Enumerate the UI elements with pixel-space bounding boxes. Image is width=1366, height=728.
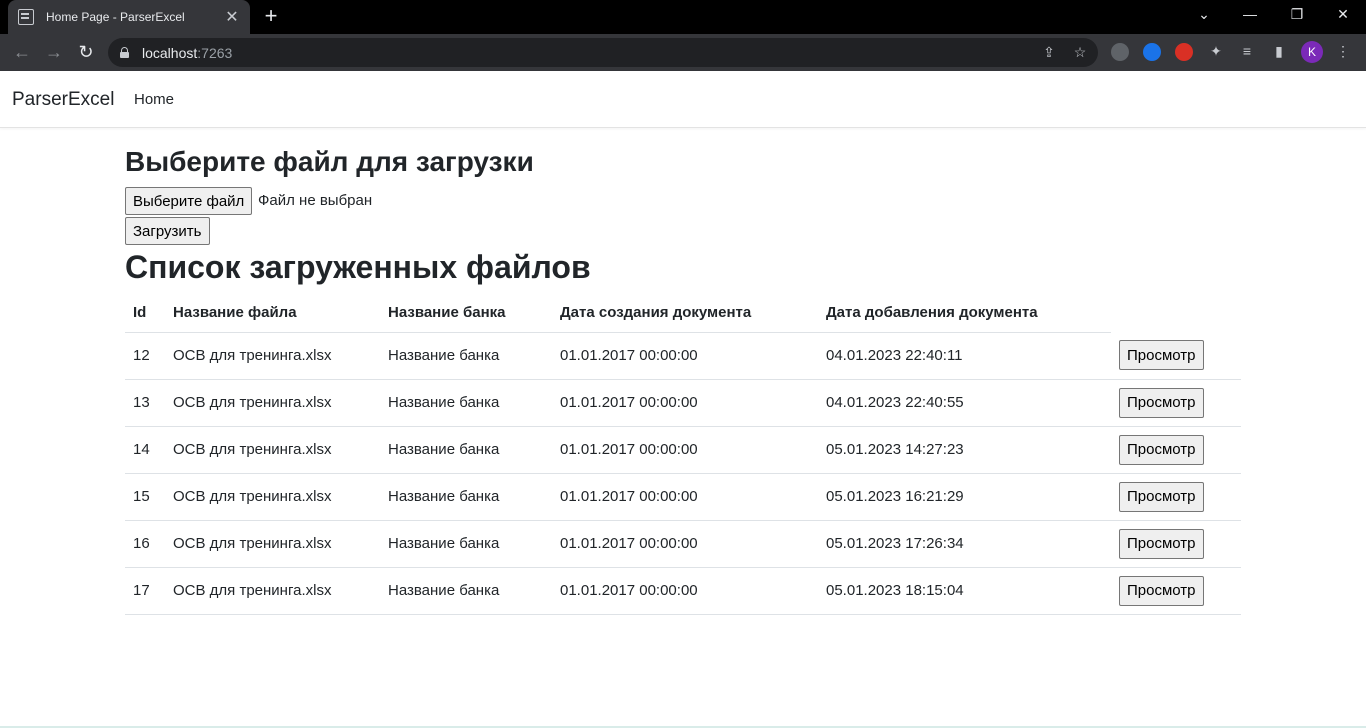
browser-tab[interactable]: Home Page - ParserExcel ✕ [8, 0, 250, 34]
media-queue-icon[interactable]: ≡ [1238, 43, 1256, 59]
cell-added-date: 05.01.2023 14:27:23 [818, 426, 1111, 474]
cell-id: 16 [125, 520, 165, 568]
file-status-text: Файл не выбран [258, 192, 373, 209]
view-button[interactable]: Просмотр [1119, 434, 1204, 465]
cell-actions: Просмотр [1111, 332, 1241, 380]
extension-adblock-icon[interactable] [1175, 43, 1193, 61]
bookmark-star-icon[interactable]: ☆ [1071, 44, 1089, 61]
cell-id: 15 [125, 473, 165, 521]
table-row: 16 ОСВ для тренинга.xlsx Название банка … [125, 520, 1241, 568]
url-port: :7263 [197, 44, 233, 61]
cell-actions: Просмотр [1111, 567, 1241, 615]
table-row: 12 ОСВ для тренинга.xlsx Название банка … [125, 332, 1241, 380]
table-row: 15 ОСВ для тренинга.xlsx Название банка … [125, 473, 1241, 521]
minimize-icon[interactable]: — [1240, 6, 1260, 22]
cell-created-date: 01.01.2017 00:00:00 [552, 520, 818, 568]
cell-file-name: ОСВ для тренинга.xlsx [165, 567, 380, 615]
cell-created-date: 01.01.2017 00:00:00 [552, 473, 818, 521]
tab-title: Home Page - ParserExcel [46, 10, 185, 24]
lock-icon[interactable] [120, 47, 129, 58]
table-row: 13 ОСВ для тренинга.xlsx Название банка … [125, 379, 1241, 427]
page-favicon-icon [18, 9, 34, 25]
nav-home-link[interactable]: Home [134, 91, 174, 108]
cell-file-name: ОСВ для тренинга.xlsx [165, 520, 380, 568]
col-header-actions [1111, 293, 1241, 332]
cell-added-date: 04.01.2023 22:40:55 [818, 379, 1111, 427]
back-arrow-icon[interactable]: ← [11, 41, 33, 63]
view-button[interactable]: Просмотр [1119, 387, 1204, 418]
cell-bank-name: Название банка [380, 473, 552, 521]
more-menu-icon[interactable]: ⋮ [1334, 43, 1352, 60]
col-header-created-date: Дата создания документа [552, 293, 818, 333]
share-icon[interactable]: ⇪ [1040, 44, 1058, 61]
upload-title: Выберите файл для загрузки [125, 146, 534, 177]
cell-bank-name: Название банка [380, 426, 552, 474]
side-panel-icon[interactable]: ▮ [1270, 43, 1288, 60]
cell-actions: Просмотр [1111, 520, 1241, 568]
brand-link[interactable]: ParserExcel [12, 89, 114, 111]
cell-id: 17 [125, 567, 165, 615]
browser-toolbar: ← → ↻ localhost :7263 ⇪ ☆ ✦ ≡ ▮ K ⋮ [0, 34, 1366, 71]
cell-bank-name: Название банка [380, 520, 552, 568]
view-button[interactable]: Просмотр [1119, 481, 1204, 512]
reload-icon[interactable]: ↻ [75, 41, 97, 63]
cell-bank-name: Название банка [380, 332, 552, 380]
upload-button[interactable]: Загрузить [125, 217, 210, 245]
files-list-title: Список загруженных файлов [125, 249, 591, 285]
extension-icon[interactable] [1111, 43, 1129, 61]
cell-added-date: 05.01.2023 16:21:29 [818, 473, 1111, 521]
cell-file-name: ОСВ для тренинга.xlsx [165, 332, 380, 380]
cell-created-date: 01.01.2017 00:00:00 [552, 567, 818, 615]
cell-file-name: ОСВ для тренинга.xlsx [165, 379, 380, 427]
extension-infinity-icon[interactable] [1143, 43, 1161, 61]
table-row: 14 ОСВ для тренинга.xlsx Название банка … [125, 426, 1241, 474]
close-icon[interactable]: ✕ [224, 7, 240, 27]
cell-created-date: 01.01.2017 00:00:00 [552, 426, 818, 474]
col-header-id: Id [125, 293, 165, 333]
files-table: Id Название файла Название банка Дата со… [125, 293, 1241, 615]
forward-arrow-icon[interactable]: → [43, 41, 65, 63]
profile-avatar[interactable]: K [1301, 41, 1323, 63]
extensions-puzzle-icon[interactable]: ✦ [1207, 43, 1225, 60]
view-button[interactable]: Просмотр [1119, 340, 1204, 371]
view-button[interactable]: Просмотр [1119, 575, 1204, 606]
browser-tab-bar: Home Page - ParserExcel ✕ + ⌄ — ❐ ✕ [0, 0, 1366, 34]
cell-id: 12 [125, 332, 165, 380]
cell-added-date: 05.01.2023 18:15:04 [818, 567, 1111, 615]
cell-actions: Просмотр [1111, 426, 1241, 474]
tab-search-chevron-icon[interactable]: ⌄ [1194, 6, 1214, 23]
cell-bank-name: Название банка [380, 379, 552, 427]
cell-file-name: ОСВ для тренинга.xlsx [165, 426, 380, 474]
address-bar[interactable]: localhost :7263 ⇪ ☆ [108, 38, 1098, 67]
cell-id: 14 [125, 426, 165, 474]
col-header-bank-name: Название банка [380, 293, 552, 333]
cell-file-name: ОСВ для тренинга.xlsx [165, 473, 380, 521]
cell-created-date: 01.01.2017 00:00:00 [552, 379, 818, 427]
url-host: localhost [142, 44, 198, 61]
cell-bank-name: Название банка [380, 567, 552, 615]
window-close-icon[interactable]: ✕ [1333, 6, 1353, 23]
view-button[interactable]: Просмотр [1119, 528, 1204, 559]
new-tab-plus-icon[interactable]: + [262, 5, 280, 27]
table-row: 17 ОСВ для тренинга.xlsx Название банка … [125, 567, 1241, 615]
col-header-added-date: Дата добавления документа [818, 293, 1111, 333]
cell-added-date: 04.01.2023 22:40:11 [818, 332, 1111, 380]
col-header-file-name: Название файла [165, 293, 380, 333]
site-navbar: ParserExcel Home [0, 71, 1366, 128]
cell-id: 13 [125, 379, 165, 427]
restore-icon[interactable]: ❐ [1287, 6, 1307, 23]
cell-actions: Просмотр [1111, 379, 1241, 427]
cell-actions: Просмотр [1111, 473, 1241, 521]
cell-added-date: 05.01.2023 17:26:34 [818, 520, 1111, 568]
table-header-row: Id Название файла Название банка Дата со… [125, 293, 1241, 333]
cell-created-date: 01.01.2017 00:00:00 [552, 332, 818, 380]
choose-file-button[interactable]: Выберите файл [125, 187, 253, 215]
